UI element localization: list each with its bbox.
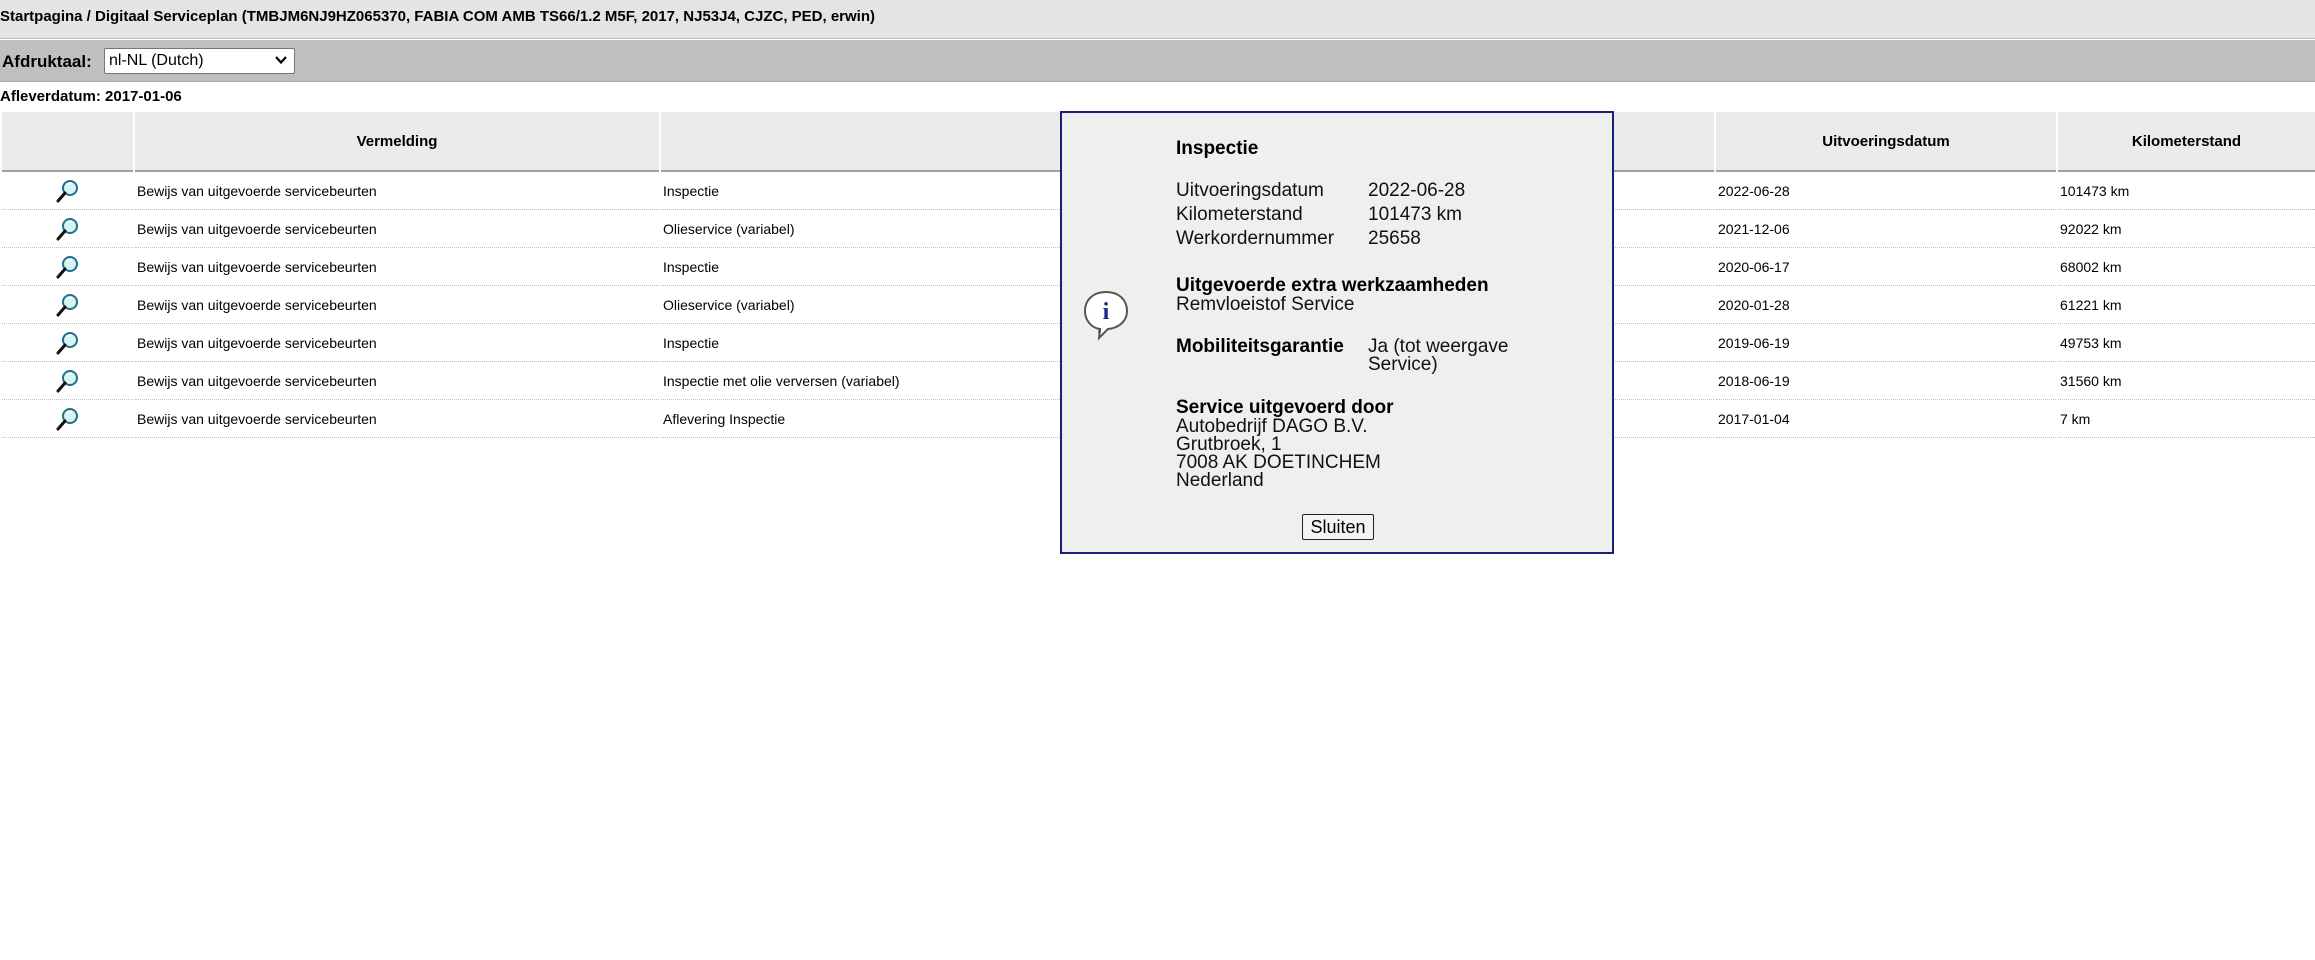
work-order-label: Werkordernummer: [1176, 228, 1335, 249]
cell-odometer: 61221 km: [2058, 286, 2315, 324]
row-detail-button[interactable]: [2, 210, 133, 248]
cell-odometer: 92022 km: [2058, 210, 2315, 248]
cell-execution-date: 2022-06-28: [1716, 172, 2056, 210]
service-detail-dialog: i Inspectie Uitvoeringsdatum 2022-06-28 …: [1060, 111, 1614, 554]
cell-mention: Bewijs van uitgevoerde servicebeurten: [135, 172, 659, 210]
magnifier-icon: [56, 179, 78, 202]
chevron-down-icon: [275, 56, 287, 65]
mobility-value: Ja (tot weergave Service): [1368, 337, 1508, 375]
cell-odometer: 49753 km: [2058, 324, 2315, 362]
performed-by-address: Autobedrijf DAGO B.V. Grutbroek, 1 7008 …: [1176, 417, 1381, 491]
dialog-title: Inspectie: [1176, 138, 1259, 159]
print-language-select[interactable]: nl-NL (Dutch): [104, 48, 295, 74]
row-detail-button[interactable]: [2, 172, 133, 210]
row-detail-button[interactable]: [2, 362, 133, 400]
magnifier-icon: [56, 255, 78, 278]
address-line: Nederland: [1176, 470, 1264, 491]
cell-execution-date: 2017-01-04: [1716, 400, 2056, 438]
cell-mention: Bewijs van uitgevoerde servicebeurten: [135, 286, 659, 324]
cell-odometer: 31560 km: [2058, 362, 2315, 400]
cell-mention: Bewijs van uitgevoerde servicebeurten: [135, 324, 659, 362]
close-button[interactable]: Sluiten: [1302, 514, 1374, 540]
row-detail-button[interactable]: [2, 324, 133, 362]
cell-execution-date: 2019-06-19: [1716, 324, 2056, 362]
magnifier-icon: [56, 407, 78, 430]
extra-work-value: Remvloeistof Service: [1176, 294, 1355, 315]
row-detail-button[interactable]: [2, 286, 133, 324]
column-header-mention[interactable]: Vermelding: [135, 112, 659, 172]
column-header-icon: [2, 112, 133, 172]
delivery-date: Afleverdatum: 2017-01-06: [0, 88, 182, 105]
row-detail-button[interactable]: [2, 248, 133, 286]
mobility-value-line2: Service): [1368, 354, 1438, 375]
column-header-odometer[interactable]: Kilometerstand: [2058, 112, 2315, 172]
column-header-execution-date[interactable]: Uitvoeringsdatum: [1716, 112, 2056, 172]
info-speech-bubble-icon: i: [1083, 290, 1129, 341]
cell-odometer: 101473 km: [2058, 172, 2315, 210]
cell-execution-date: 2018-06-19: [1716, 362, 2056, 400]
svg-text:i: i: [1103, 299, 1110, 325]
cell-mention: Bewijs van uitgevoerde servicebeurten: [135, 400, 659, 438]
work-order-value: 25658: [1368, 228, 1421, 249]
odometer-value: 101473 km: [1368, 204, 1463, 225]
cell-execution-date: 2020-01-28: [1716, 286, 2056, 324]
print-language-label: Afdruktaal:: [2, 52, 92, 71]
print-language-selected: nl-NL (Dutch): [109, 52, 204, 69]
mobility-label: Mobiliteitsgarantie: [1176, 336, 1344, 357]
cell-execution-date: 2021-12-06: [1716, 210, 2056, 248]
cell-mention: Bewijs van uitgevoerde servicebeurten: [135, 248, 659, 286]
cell-odometer: 68002 km: [2058, 248, 2315, 286]
execution-date-label: Uitvoeringsdatum: [1176, 180, 1324, 201]
odometer-label: Kilometerstand: [1176, 204, 1303, 225]
breadcrumb: Startpagina / Digitaal Serviceplan (TMBJ…: [0, 8, 876, 25]
row-detail-button[interactable]: [2, 400, 133, 438]
cell-odometer: 7 km: [2058, 400, 2315, 438]
cell-mention: Bewijs van uitgevoerde servicebeurten: [135, 210, 659, 248]
magnifier-icon: [56, 369, 78, 392]
cell-mention: Bewijs van uitgevoerde servicebeurten: [135, 362, 659, 400]
magnifier-icon: [56, 331, 78, 354]
cell-execution-date: 2020-06-17: [1716, 248, 2056, 286]
magnifier-icon: [56, 217, 78, 240]
print-language-bar: Afdruktaal: nl-NL (Dutch): [0, 40, 2315, 82]
magnifier-icon: [56, 293, 78, 316]
top-bar: Startpagina / Digitaal Serviceplan (TMBJ…: [0, 0, 2315, 39]
execution-date-value: 2022-06-28: [1368, 180, 1466, 201]
